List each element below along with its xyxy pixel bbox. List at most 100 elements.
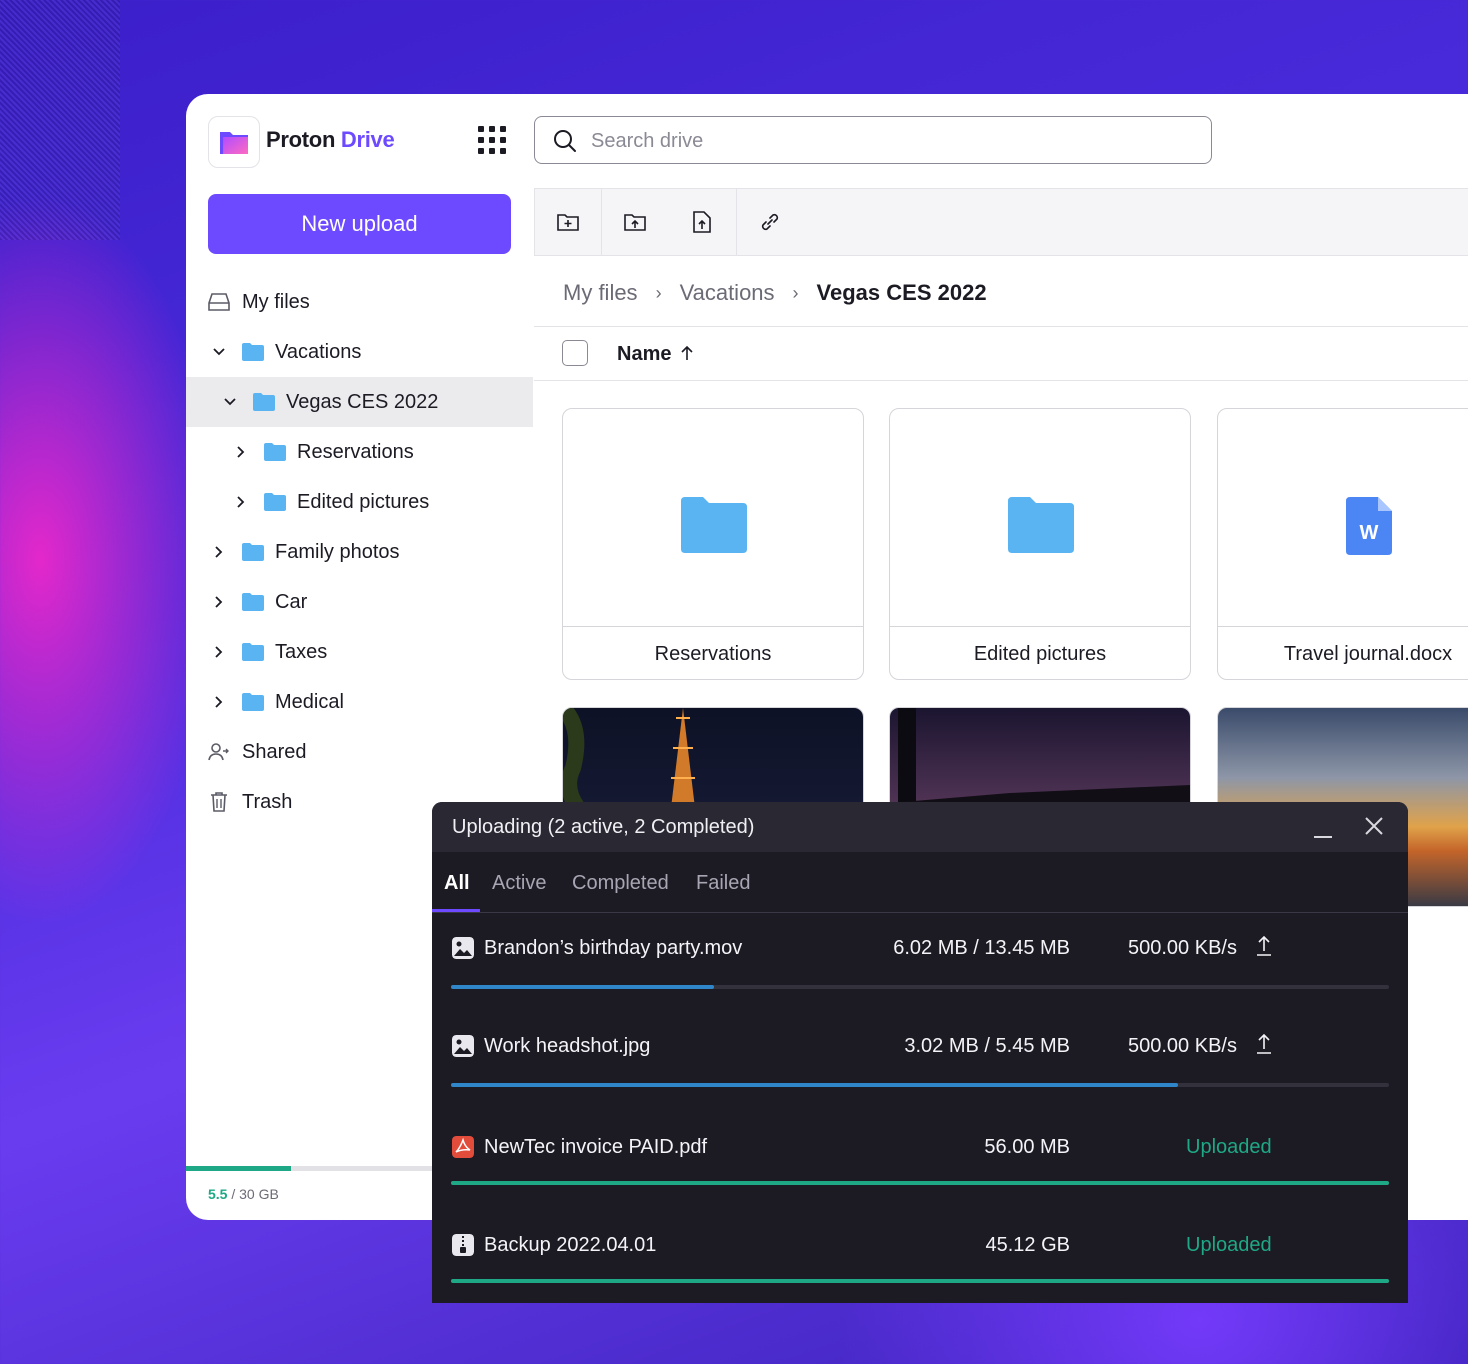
upload-file-icon (693, 211, 711, 233)
search-bar[interactable] (534, 116, 1212, 164)
folder-icon (1008, 497, 1074, 553)
tab-completed[interactable]: Completed (572, 872, 669, 895)
sidebar-item-my-files[interactable]: My files (186, 277, 533, 327)
sidebar-item-label: Car (275, 590, 308, 613)
sort-ascending-icon[interactable] (680, 345, 694, 361)
chevron-right-icon[interactable] (212, 645, 226, 659)
upload-progress-fill (451, 985, 714, 989)
sidebar-item-taxes[interactable]: Taxes (186, 627, 533, 677)
chevron-right-icon[interactable] (212, 545, 226, 559)
chevron-right-icon: › (655, 282, 662, 303)
sidebar-item-label: Trash (242, 790, 293, 813)
folder-icon (242, 693, 264, 711)
breadcrumb: My files › Vacations › Vegas CES 2022 (563, 280, 987, 306)
active-tab-indicator (432, 909, 480, 912)
upload-row[interactable]: NewTec invoice PAID.pdf 56.00 MB Uploade… (432, 1112, 1408, 1208)
chevron-right-icon[interactable] (234, 445, 248, 459)
share-link-button[interactable] (737, 189, 803, 255)
upload-file-name: Brandon’s birthday party.mov (484, 937, 743, 959)
sidebar-item-label: Vacations (275, 340, 362, 363)
folder-icon (242, 593, 264, 611)
search-input[interactable] (589, 125, 1193, 157)
sidebar-item-label: Vegas CES 2022 (286, 390, 439, 413)
grid-item-document[interactable]: W Travel journal.docx (1217, 408, 1468, 680)
folder-icon (242, 643, 264, 661)
grid-item-folder[interactable]: Reservations (562, 408, 864, 680)
chevron-right-icon: › (792, 282, 799, 303)
upload-progress-fill (451, 1083, 1178, 1087)
upload-file-button[interactable] (669, 189, 735, 255)
grid-item-folder[interactable]: Edited pictures (889, 408, 1191, 680)
search-icon (554, 130, 576, 152)
folder-icon (242, 343, 264, 361)
proton-drive-logo[interactable] (208, 116, 260, 168)
image-icon (452, 1035, 474, 1057)
sidebar-item-car[interactable]: Car (186, 577, 533, 627)
upload-folder-button[interactable] (602, 189, 668, 255)
sidebar-item-family-photos[interactable]: Family photos (186, 527, 533, 577)
svg-text:W: W (1360, 522, 1379, 544)
upload-row[interactable]: Brandon’s birthday party.mov 6.02 MB / 1… (432, 913, 1408, 1009)
chevron-right-icon[interactable] (212, 595, 226, 609)
folder-icon (264, 493, 286, 511)
sidebar-item-medical[interactable]: Medical (186, 677, 533, 727)
new-folder-button[interactable] (535, 189, 601, 255)
upload-row[interactable]: Work headshot.jpg 3.02 MB / 5.45 MB 500.… (432, 1011, 1408, 1107)
folder-icon (242, 543, 264, 561)
tab-all[interactable]: All (444, 872, 470, 895)
sidebar-item-edited-pictures[interactable]: Edited pictures (186, 477, 533, 527)
sidebar-item-reservations[interactable]: Reservations (186, 427, 533, 477)
upload-file-name: Backup 2022.04.01 (484, 1234, 657, 1256)
sidebar-item-label: Medical (275, 690, 344, 713)
column-header-name[interactable]: Name (617, 343, 671, 366)
brand-name: Proton Drive (266, 127, 395, 152)
folder-icon (264, 443, 286, 461)
upload-arrow-icon (1257, 1033, 1271, 1054)
sidebar-item-label: My files (242, 290, 310, 313)
upload-file-size: 45.12 GB (985, 1234, 1070, 1256)
new-upload-button[interactable]: New upload (208, 194, 511, 254)
background-noise (0, 0, 120, 240)
breadcrumb-item[interactable]: Vacations (680, 280, 775, 306)
pdf-icon (452, 1136, 474, 1158)
sidebar-item-shared[interactable]: Shared (186, 727, 533, 777)
upload-status: Uploaded (1186, 1234, 1272, 1256)
upload-file-size: 56.00 MB (984, 1136, 1070, 1158)
tab-failed[interactable]: Failed (696, 872, 750, 895)
upload-panel-header: Uploading (2 active, 2 Completed) (432, 802, 1408, 852)
chevron-down-icon[interactable] (223, 395, 237, 409)
chevron-right-icon[interactable] (212, 695, 226, 709)
select-all-checkbox[interactable] (562, 340, 588, 366)
word-document-icon: W (1346, 497, 1392, 555)
storage-usage-fill (186, 1166, 291, 1171)
chevron-down-icon[interactable] (212, 345, 226, 359)
storage-usage-bar (186, 1166, 436, 1171)
close-icon[interactable] (1364, 816, 1384, 836)
grid-item-name: Reservations (563, 626, 863, 679)
breadcrumb-current: Vegas CES 2022 (816, 280, 987, 305)
storage-usage-text: 5.5 / 30 GB (208, 1186, 279, 1202)
divider (534, 326, 1468, 327)
chevron-right-icon[interactable] (234, 495, 248, 509)
minimize-icon[interactable] (1314, 820, 1332, 838)
breadcrumb-item[interactable]: My files (563, 280, 638, 306)
upload-progress-bar (451, 1181, 1389, 1185)
apps-grid-icon[interactable] (478, 126, 506, 154)
upload-file-size: 3.02 MB / 5.45 MB (904, 1035, 1070, 1057)
upload-panel: Uploading (2 active, 2 Completed) All Ac… (432, 802, 1408, 1303)
upload-progress-bar (451, 1279, 1389, 1283)
tab-active[interactable]: Active (492, 872, 546, 895)
sidebar-item-vacations[interactable]: Vacations (186, 327, 533, 377)
upload-tabs: All Active Completed Failed (432, 852, 1408, 913)
sidebar-item-vegas-ces-2022[interactable]: Vegas CES 2022 (186, 377, 533, 427)
upload-file-name: Work headshot.jpg (484, 1035, 651, 1057)
folder-logo-icon (220, 132, 248, 154)
upload-speed: 500.00 KB/s (1128, 1035, 1237, 1057)
upload-progress-bar (451, 985, 1389, 989)
sidebar-item-label: Reservations (297, 440, 414, 463)
image-icon (452, 937, 474, 959)
upload-file-name: NewTec invoice PAID.pdf (484, 1136, 708, 1158)
folder-icon (253, 393, 275, 411)
upload-row[interactable]: Backup 2022.04.01 45.12 GB Uploaded (432, 1210, 1408, 1303)
divider (534, 380, 1468, 381)
